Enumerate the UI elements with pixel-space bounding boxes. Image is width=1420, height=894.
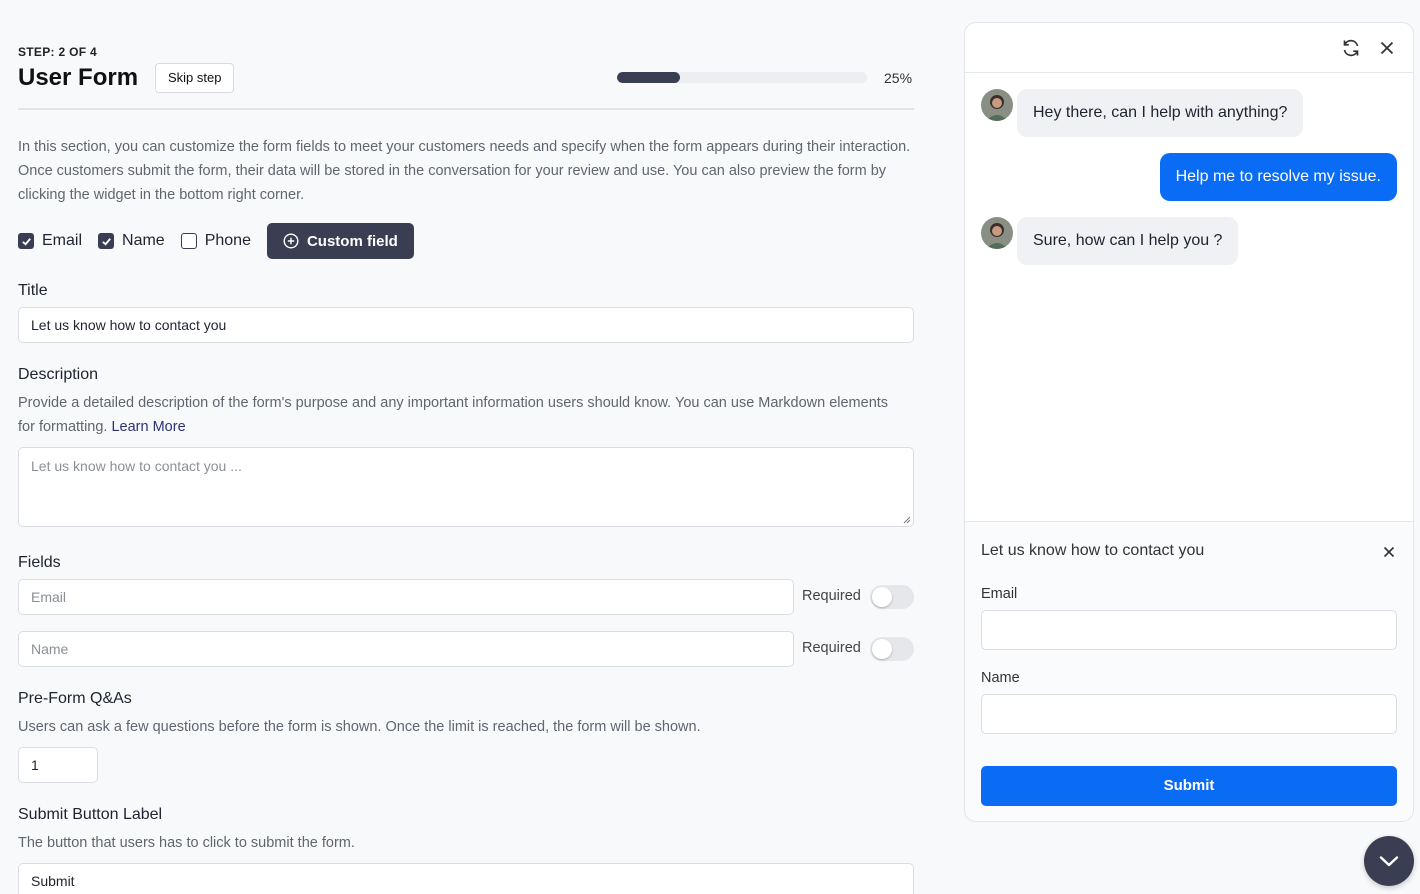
check-icon bbox=[21, 237, 31, 246]
header-divider bbox=[18, 108, 914, 110]
title-label: Title bbox=[18, 282, 48, 299]
avatar bbox=[981, 89, 1013, 121]
resize-grip-icon[interactable] bbox=[902, 515, 911, 524]
bot-message: Hey there, can I help with anything? bbox=[981, 89, 1304, 137]
close-icon[interactable] bbox=[1379, 40, 1395, 56]
user-bubble: Help me to resolve my issue. bbox=[1159, 153, 1397, 201]
learn-more-link[interactable]: Learn More bbox=[111, 419, 185, 435]
page-title: User Form bbox=[18, 64, 139, 91]
chat-name-input[interactable] bbox=[981, 694, 1397, 734]
field-checkboxes: Email Name Phone Custom field bbox=[18, 223, 414, 259]
bot-bubble: Sure, how can I help you ? bbox=[1017, 217, 1239, 265]
chat-header bbox=[965, 23, 1413, 73]
toggle-knob bbox=[872, 587, 892, 607]
avatar bbox=[981, 217, 1013, 249]
close-icon[interactable] bbox=[1383, 546, 1395, 558]
checkbox-phone-label: Phone bbox=[204, 232, 251, 249]
chevron-down-icon bbox=[1379, 856, 1399, 867]
name-required-label: Required bbox=[802, 640, 861, 656]
custom-field-button[interactable]: Custom field bbox=[266, 223, 414, 259]
description-textarea[interactable]: Let us know how to contact you ... bbox=[18, 447, 914, 527]
description-label: Description bbox=[18, 366, 99, 383]
check-icon bbox=[101, 237, 111, 246]
title-input[interactable]: Let us know how to contact you bbox=[18, 307, 914, 343]
chat-name-label: Name bbox=[981, 670, 1020, 686]
chat-widget: Hey there, can I help with anything? Hel… bbox=[964, 22, 1414, 822]
checkbox-name-label: Name bbox=[122, 232, 165, 249]
skip-step-button[interactable]: Skip step bbox=[155, 63, 235, 93]
email-required-toggle[interactable] bbox=[870, 585, 914, 609]
preform-label: Pre-Form Q&As bbox=[18, 690, 132, 707]
toggle-knob bbox=[872, 639, 892, 659]
checkbox-name-box[interactable] bbox=[98, 233, 115, 249]
custom-field-label: Custom field bbox=[306, 232, 398, 250]
plus-circle-icon bbox=[283, 233, 299, 249]
checkbox-email[interactable]: Email bbox=[18, 232, 82, 250]
chat-form-title: Let us know how to contact you bbox=[981, 542, 1205, 559]
chat-toggle-button[interactable] bbox=[1364, 836, 1414, 886]
step-indicator: STEP: 2 OF 4 bbox=[18, 45, 97, 59]
email-field-input[interactable]: Email bbox=[18, 579, 794, 615]
bot-message: Sure, how can I help you ? bbox=[981, 217, 1239, 265]
checkbox-phone[interactable]: Phone bbox=[180, 232, 251, 250]
checkbox-phone-box[interactable] bbox=[180, 233, 197, 249]
description-placeholder: Let us know how to contact you ... bbox=[31, 458, 242, 474]
user-form-panel: STEP: 2 OF 4 User Form Skip step 25% In … bbox=[18, 0, 914, 894]
checkbox-email-label: Email bbox=[42, 232, 83, 249]
chat-email-input[interactable] bbox=[981, 610, 1397, 650]
fields-label: Fields bbox=[18, 554, 61, 571]
submit-label-help: The button that users has to click to su… bbox=[18, 835, 355, 851]
chat-contact-form: Let us know how to contact you Email Nam… bbox=[965, 521, 1413, 821]
progress-bar bbox=[617, 72, 867, 83]
progress-fill bbox=[617, 72, 680, 83]
name-field-input[interactable]: Name bbox=[18, 631, 794, 667]
refresh-icon[interactable] bbox=[1341, 38, 1361, 58]
description-help: Provide a detailed description of the fo… bbox=[18, 391, 898, 439]
name-required-toggle[interactable] bbox=[870, 637, 914, 661]
checkbox-name[interactable]: Name bbox=[98, 232, 165, 250]
submit-label-input[interactable]: Submit bbox=[18, 863, 914, 894]
progress-percent: 25% bbox=[884, 70, 913, 86]
submit-label-heading: Submit Button Label bbox=[18, 806, 163, 823]
email-required-label: Required bbox=[802, 588, 861, 604]
bot-bubble: Hey there, can I help with anything? bbox=[1017, 89, 1304, 137]
chat-email-label: Email bbox=[981, 586, 1018, 602]
chat-submit-button[interactable]: Submit bbox=[981, 766, 1397, 806]
preform-help: Users can ask a few questions before the… bbox=[18, 719, 701, 735]
intro-text: In this section, you can customize the f… bbox=[18, 139, 911, 203]
checkbox-email-box[interactable] bbox=[18, 233, 34, 249]
preform-count-input[interactable]: 1 bbox=[18, 747, 98, 783]
